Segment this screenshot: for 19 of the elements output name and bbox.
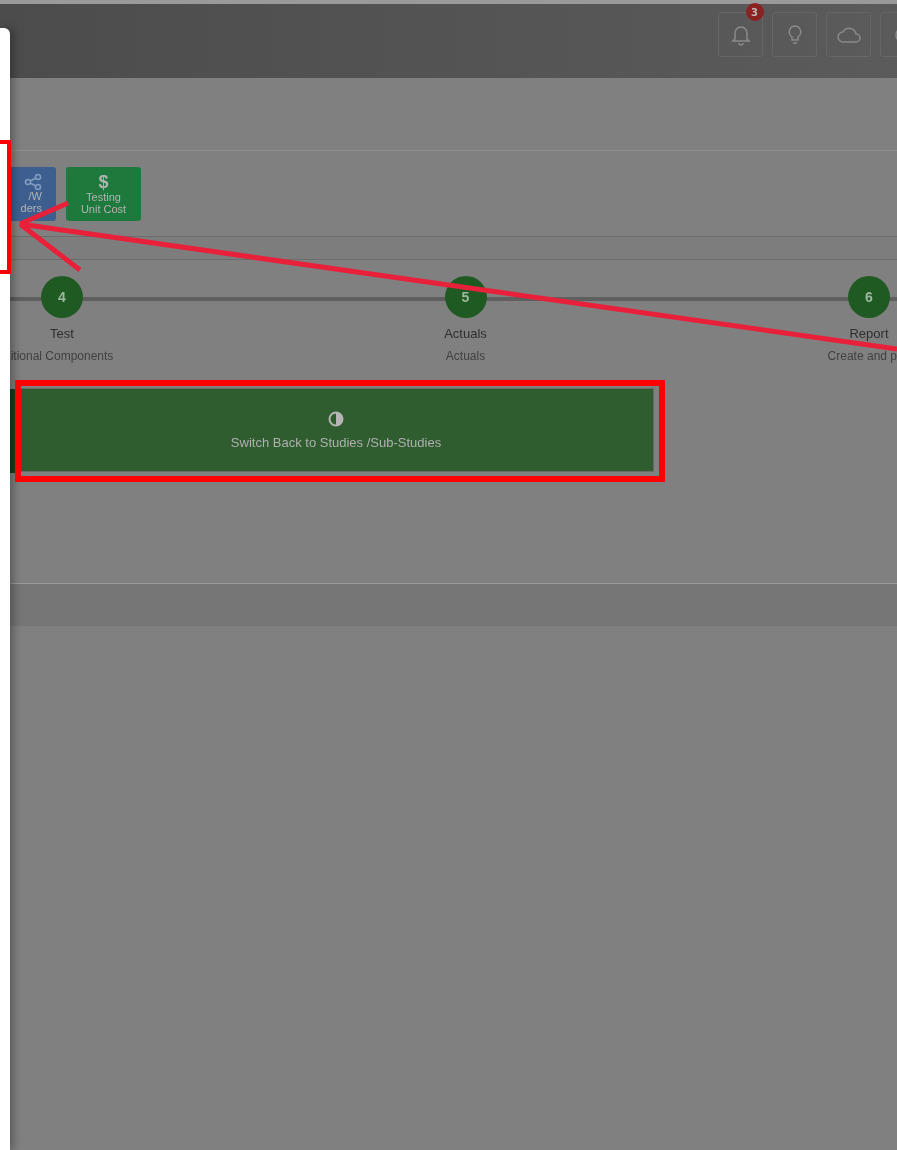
network-icon xyxy=(24,174,42,190)
shortcut-tile[interactable]: $ Testing Unit Cost xyxy=(66,167,141,221)
step-title: Report xyxy=(849,326,889,341)
step-title: Actuals xyxy=(444,326,487,341)
cloud-button[interactable] xyxy=(826,12,871,57)
step-number[interactable]: 4 xyxy=(41,276,83,318)
cloud-icon xyxy=(836,26,861,43)
notification-badge: 3 xyxy=(745,3,764,21)
step-title: Test xyxy=(50,326,74,341)
contrast-icon xyxy=(328,410,344,427)
bell-icon xyxy=(730,23,751,46)
step-subtitle: Create and p xyxy=(827,349,897,363)
step-subtitle: itional Components xyxy=(10,349,114,363)
lightbulb-button[interactable] xyxy=(772,12,817,57)
switch-back-button[interactable]: Switch Back to Studies /Sub-Studies xyxy=(18,388,654,472)
shortcut-tile[interactable]: /W ders xyxy=(10,167,56,221)
lightbulb-icon xyxy=(787,24,802,45)
step-subtitle: Actuals xyxy=(445,349,486,363)
step-number[interactable]: 6 xyxy=(848,276,890,318)
